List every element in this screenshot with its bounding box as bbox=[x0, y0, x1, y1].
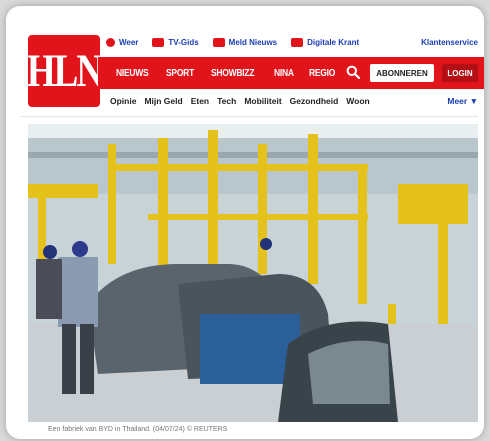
search-icon[interactable] bbox=[346, 65, 360, 79]
subnav-item-eten[interactable]: Eten bbox=[191, 96, 209, 106]
nav-item-showbizz[interactable]: SHOWBIZZ bbox=[211, 68, 255, 79]
subnav-item-woon[interactable]: Woon bbox=[346, 96, 369, 106]
weather-icon bbox=[106, 37, 115, 47]
nav-item-nina[interactable]: NINA bbox=[274, 68, 294, 79]
subnav-item-gezondheid[interactable]: Gezondheid bbox=[290, 96, 339, 106]
top-utility-bar: Weer TV-Gids Meld Nieuws Digitale Krant … bbox=[106, 33, 478, 51]
topbar-link-tv-gids[interactable]: TV-Gids bbox=[152, 37, 199, 47]
subnav-item-opinie[interactable]: Opinie bbox=[110, 96, 136, 106]
nav-item-sport[interactable]: SPORT bbox=[166, 68, 194, 79]
photo-caption: Een fabriek van BYD in Thailand. (04/07/… bbox=[48, 426, 228, 433]
sub-navbar: Opinie Mijn Geld Eten Tech Mobiliteit Ge… bbox=[110, 92, 478, 110]
header-divider bbox=[20, 116, 478, 117]
article-photo bbox=[28, 124, 478, 422]
topbar-link-digitale-krant[interactable]: Digitale Krant bbox=[291, 37, 360, 47]
main-navbar: NIEUWS SPORT SHOWBIZZ NINA REGIO ABONNER… bbox=[98, 57, 484, 89]
topbar-link-label: Digitale Krant bbox=[307, 37, 360, 47]
subnav-item-mijn-geld[interactable]: Mijn Geld bbox=[144, 96, 182, 106]
newspaper-icon bbox=[291, 37, 304, 47]
tv-icon bbox=[152, 37, 165, 47]
subnav-meer-dropdown[interactable]: Meer ▼ bbox=[447, 96, 478, 106]
abonneren-button[interactable]: ABONNEREN bbox=[370, 64, 434, 82]
hln-logo[interactable]: HLN bbox=[26, 35, 103, 107]
login-button[interactable]: LOGIN bbox=[442, 64, 478, 82]
report-icon bbox=[212, 37, 225, 47]
factory-photo-illustration bbox=[28, 124, 478, 422]
subnav-item-mobiliteit[interactable]: Mobiliteit bbox=[244, 96, 281, 106]
topbar-link-weer[interactable]: Weer bbox=[106, 37, 139, 47]
nav-item-nieuws[interactable]: NIEUWS bbox=[116, 68, 149, 79]
nav-item-regio[interactable]: REGIO bbox=[309, 68, 335, 79]
topbar-link-label: TV-Gids bbox=[168, 37, 199, 47]
topbar-link-label: Meld Nieuws bbox=[228, 37, 278, 47]
klantenservice-link[interactable]: Klantenservice bbox=[421, 38, 478, 47]
topbar-link-label: Weer bbox=[119, 37, 139, 47]
topbar-link-meld-nieuws[interactable]: Meld Nieuws bbox=[212, 37, 278, 47]
subnav-item-tech[interactable]: Tech bbox=[217, 96, 236, 106]
browser-frame: HLN Weer TV-Gids Meld Nieuws Digitale Kr… bbox=[6, 6, 484, 439]
logo-text: HLN bbox=[26, 45, 103, 97]
